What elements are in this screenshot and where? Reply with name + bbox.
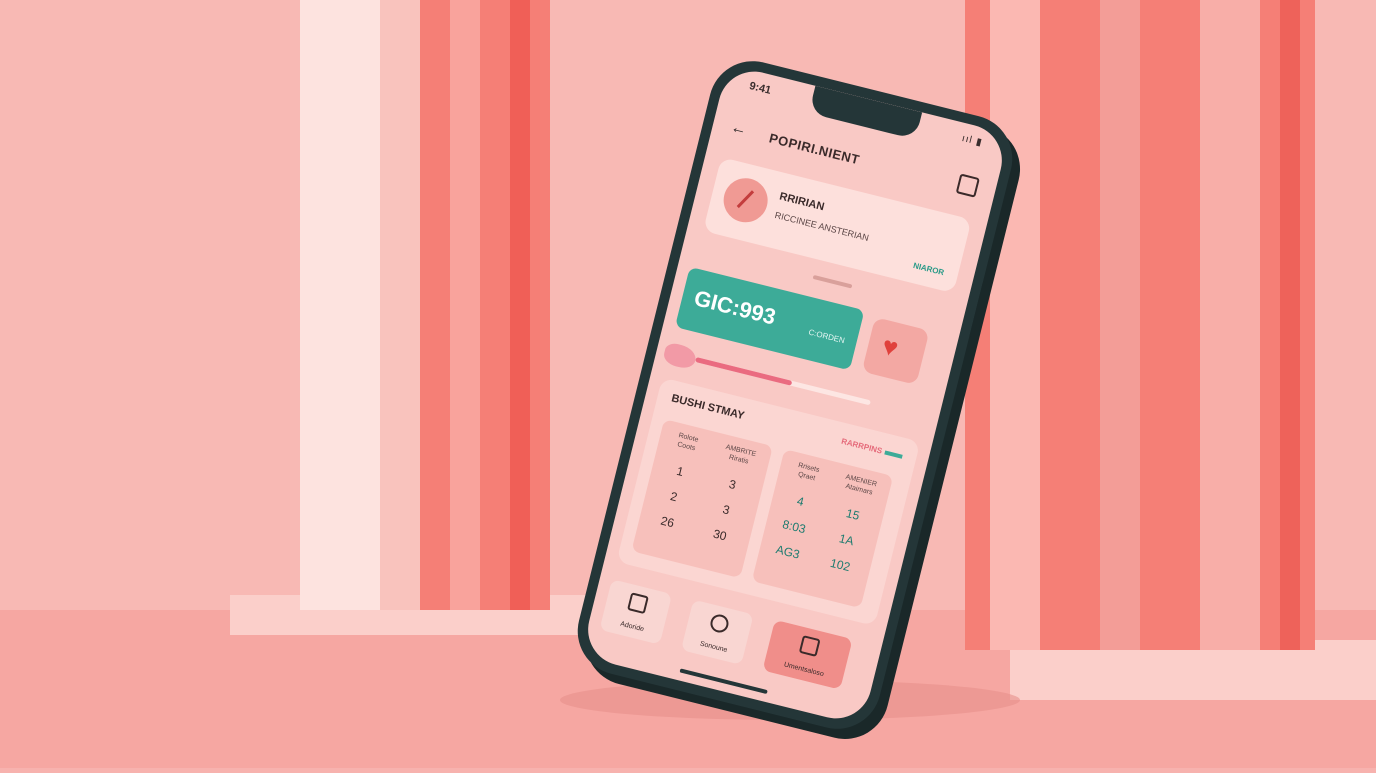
- page-title: POPIRI.NIENT: [767, 130, 862, 168]
- back-arrow-icon[interactable]: ←: [729, 119, 749, 140]
- flower-icon: [661, 341, 699, 371]
- favorite-button[interactable]: ♥: [861, 317, 930, 385]
- heart-icon: ♥: [879, 330, 902, 364]
- nav-item-adoride[interactable]: Adoride: [599, 579, 673, 645]
- bell-icon: [708, 612, 731, 635]
- stats-table-left: Rolote Coots 1 2 26 AMBRITE Riratis 3 3 …: [631, 419, 773, 579]
- section-divider: [812, 274, 853, 289]
- stats-title: BUSHI STMAY: [670, 392, 746, 423]
- nav-label: Sonoune: [699, 640, 728, 655]
- profile-tag[interactable]: NIAROR: [912, 261, 945, 277]
- status-time: 9:41: [747, 79, 773, 97]
- bag-icon: [798, 635, 821, 657]
- nav-item-sonoune[interactable]: Sonoune: [680, 599, 754, 665]
- balance-amount: GIC:993: [691, 285, 779, 330]
- profile-name: RRIRIAN: [778, 190, 826, 214]
- stats-link-label: RARRPINS: [840, 436, 884, 456]
- square-icon: [627, 592, 649, 615]
- nav-label: Adoride: [619, 620, 645, 634]
- signal-battery-icon: ııl ▮: [960, 132, 984, 149]
- nav-item-umentsaloso[interactable]: Umentsaloso: [762, 619, 853, 690]
- progress-fill: [695, 356, 793, 386]
- stats-table-right: Rrisets Qraet 4 8:03 AG3 AMENIER Ataimar…: [751, 449, 894, 609]
- stats-badge: [884, 450, 903, 459]
- nav-label: Umentsaloso: [783, 661, 825, 679]
- balance-label: C:ORDEN: [807, 327, 846, 346]
- cart-icon[interactable]: [955, 173, 980, 198]
- profile-subtitle: RICCINEE ANSTERIAN: [773, 209, 870, 244]
- avatar: [718, 173, 773, 227]
- background-scene: 9:41 ııl ▮ ← POPIRI.NIENT RRIRIAN RICCIN…: [0, 0, 1376, 768]
- stats-link[interactable]: RARRPINS: [840, 437, 903, 461]
